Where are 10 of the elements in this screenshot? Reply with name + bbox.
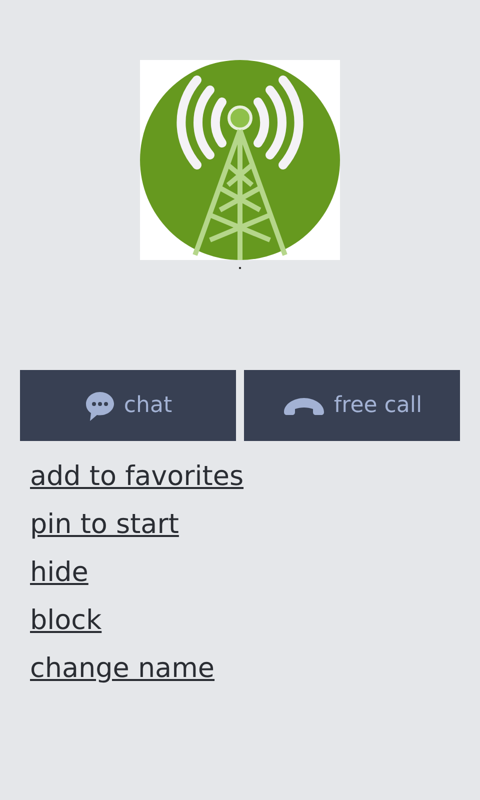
free-call-button[interactable]: free call [244,370,460,441]
menu-item[interactable]: pin to start [30,511,460,538]
chat-button[interactable]: chat [20,370,236,441]
menu-item[interactable]: change name [30,655,460,682]
menu-item[interactable]: add to favorites [30,463,460,490]
phone-icon [282,396,326,416]
menu-item[interactable]: block [30,607,460,634]
tower-logo-icon [140,60,340,260]
menu-item[interactable]: hide [30,559,460,586]
chat-bubble-icon [84,390,116,422]
